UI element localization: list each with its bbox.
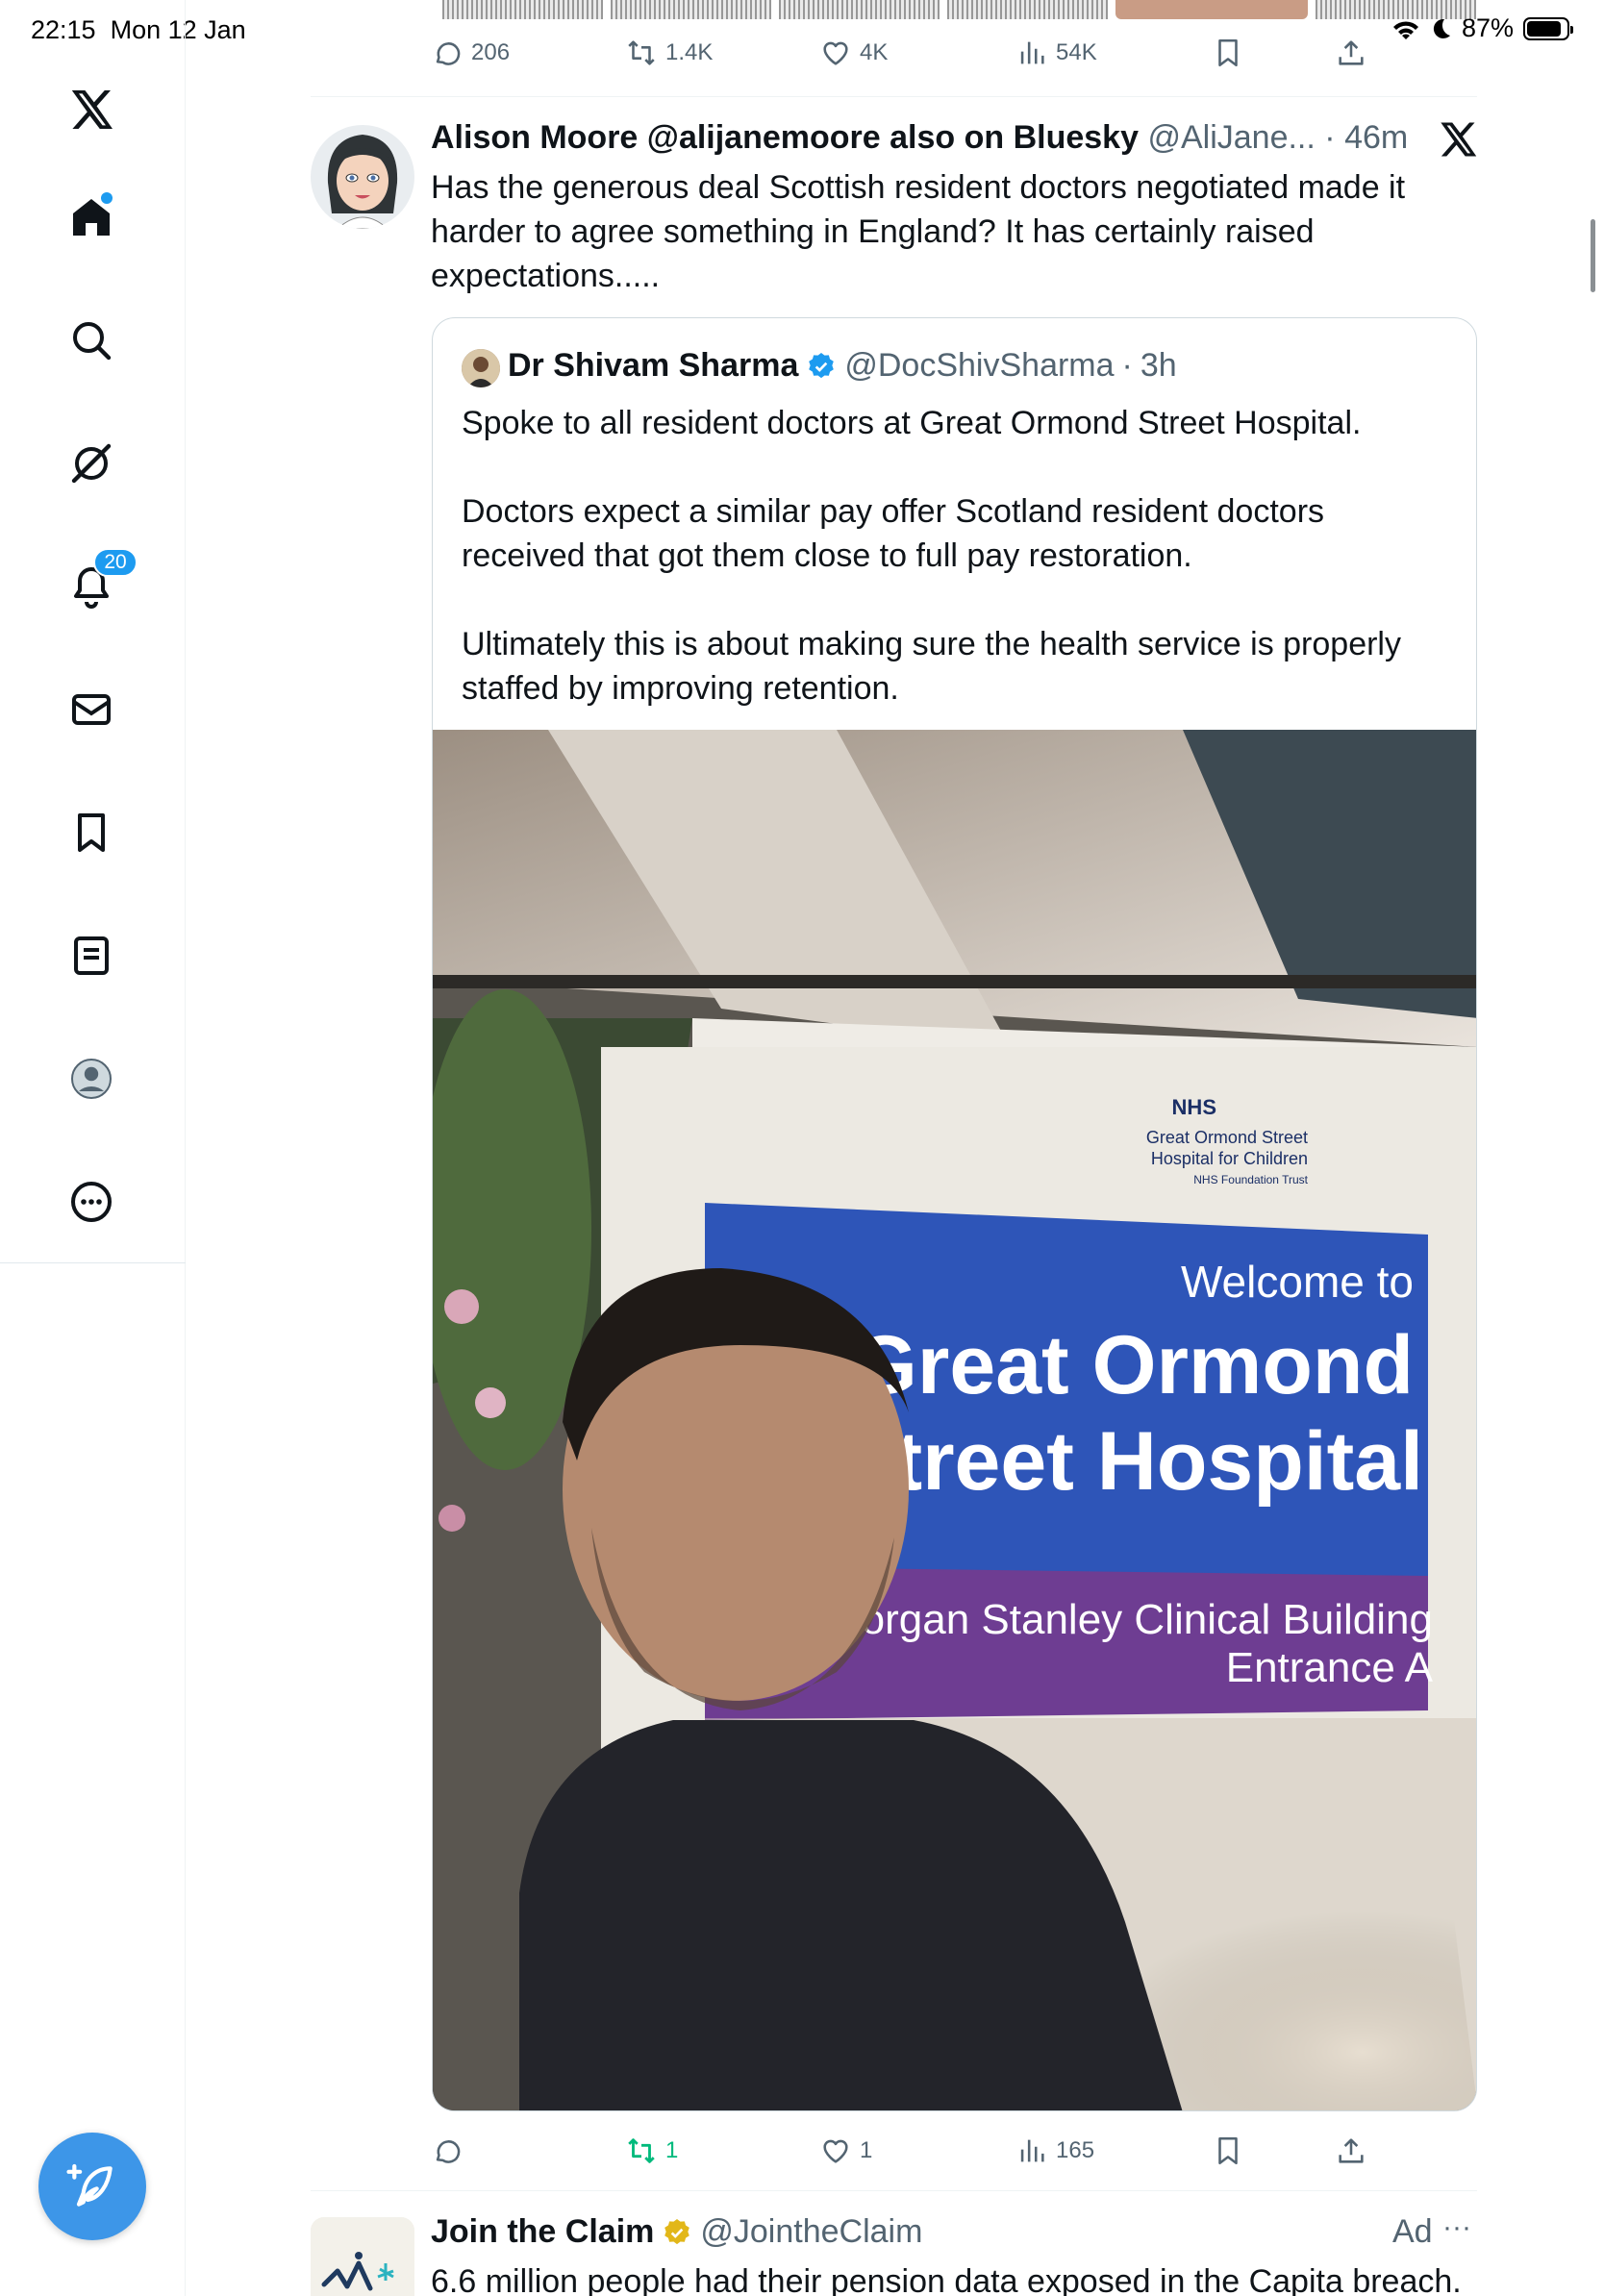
unread-dot [101,192,113,204]
views-icon [1020,2139,1044,2162]
sign-building-line-2: Entrance A [1226,1644,1434,1691]
sidebar-item-home[interactable] [64,190,118,244]
share-icon [1339,40,1364,65]
quote-avatar[interactable] [462,349,500,387]
sidebar-item-explore[interactable] [64,313,118,367]
author-name[interactable]: Alison Moore @alijanemoore also on Blues… [431,119,1139,156]
tweet-text: Has the generous deal Scottish resident … [431,169,1415,294]
ad-header: Join the Claim @JointheClaim [431,2213,922,2251]
scrollbar[interactable] [1591,219,1595,292]
ad-text: 6.6 million people had their pension dat… [431,2263,1462,2296]
repost-button[interactable]: 1 [625,2134,678,2167]
like-button[interactable]: 4K [819,37,888,69]
sidebar-divider [0,1262,186,1263]
previous-tweet-image[interactable] [442,0,1476,19]
more-circle-icon [71,1182,112,1222]
sign-name-line-2: Street Hospital [840,1415,1423,1508]
share-button[interactable] [1335,2134,1367,2167]
compose-feather-icon [66,2163,113,2207]
sign-building-line-1: Morgan Stanley Clinical Building [826,1596,1433,1643]
sign-org-line-2: Hospital for Children [1151,1149,1308,1168]
ad-author-name[interactable]: Join the Claim [431,2213,654,2251]
compose-button[interactable] [38,2133,146,2240]
verified-gold-badge-icon [664,2218,690,2244]
search-icon [73,322,112,361]
sidebar-item-bookmarks[interactable] [64,806,118,860]
ad-label: Ad [1392,2213,1433,2250]
bookmark-icon [1218,2136,1238,2165]
separator: · [1324,119,1336,156]
tweet-time[interactable]: 46m [1344,119,1408,156]
bookmark-icon [78,813,105,852]
bookmark-button[interactable] [1212,2134,1244,2167]
reply-icon [436,2140,461,2163]
sign-welcome: Welcome to [1181,1257,1414,1307]
quoted-tweet[interactable]: Dr Shivam Sharma @DocShivSharma · 3h Spo… [432,317,1477,2111]
share-button[interactable] [1335,37,1367,69]
profile-icon [71,1059,112,1099]
views-icon [1020,41,1044,64]
sign-name-line-1: Great Ormond [853,1319,1414,1411]
ad-author-handle[interactable]: @JointheClaim [700,2213,922,2251]
quote-text: Spoke to all resident doctors at Great O… [462,405,1401,707]
reply-icon [436,42,461,65]
notification-badge: 20 [93,548,138,577]
sidebar-item-lists[interactable] [64,929,118,983]
bookmark-button[interactable] [1212,37,1244,69]
moon-icon [1433,18,1450,38]
x-logo-icon [1441,122,1477,157]
heart-icon [823,2139,848,2163]
sign-org-line-3: NHS Foundation Trust [1193,1173,1308,1186]
tweet-actions: 1 1 165 [431,2134,1392,2177]
views-button[interactable]: 165 [1015,2134,1094,2167]
sidebar-item-notifications[interactable]: 20 [64,548,138,613]
quote-photo[interactable]: NHS Great Ormond Street Hospital for Chi… [433,730,1476,2110]
verified-badge-icon [809,352,835,378]
sidebar: 20 [0,0,186,2296]
envelope-icon [72,694,111,725]
tweet-divider [311,96,1477,97]
previous-tweet-actions: 206 1.4K 4K 54K [431,37,1392,79]
separator: · [1121,347,1133,384]
repost-icon [628,2138,655,2163]
repost-icon [628,40,655,65]
like-button[interactable]: 1 [819,2134,872,2167]
reply-button[interactable] [431,2134,471,2167]
sign-org-line-1: Great Ormond Street [1146,1128,1308,1147]
sign-nhs: NHS [1172,1095,1216,1119]
ad-avatar[interactable] [311,2217,414,2296]
reply-button[interactable]: 206 [431,37,510,69]
bookmark-icon [1218,38,1238,67]
avatar[interactable] [311,125,414,229]
quote-author-name[interactable]: Dr Shivam Sharma [508,347,798,385]
grok-icon [71,443,112,484]
list-icon [74,936,109,975]
battery-icon [1523,16,1573,40]
sidebar-item-grok[interactable] [64,437,118,490]
x-logo-icon[interactable] [64,83,118,137]
sidebar-item-messages[interactable] [64,683,118,736]
more-options-button[interactable]: ··· [1442,2211,1471,2244]
views-button[interactable]: 54K [1015,37,1097,69]
author-handle[interactable]: @AliJane... [1147,119,1315,156]
tweet-divider [311,2190,1477,2191]
sidebar-item-more[interactable] [64,1175,118,1229]
share-icon [1339,2138,1364,2163]
quote-author-handle[interactable]: @DocShivSharma [844,347,1114,385]
wifi-icon [1392,20,1418,39]
tweet-header: Alison Moore @alijanemoore also on Blues… [431,119,1408,157]
heart-icon [823,41,848,65]
repost-button[interactable]: 1.4K [625,37,713,69]
sidebar-item-profile[interactable] [64,1052,118,1106]
quote-time[interactable]: 3h [1140,347,1177,385]
quote-header: Dr Shivam Sharma @DocShivSharma · 3h [508,347,1177,385]
